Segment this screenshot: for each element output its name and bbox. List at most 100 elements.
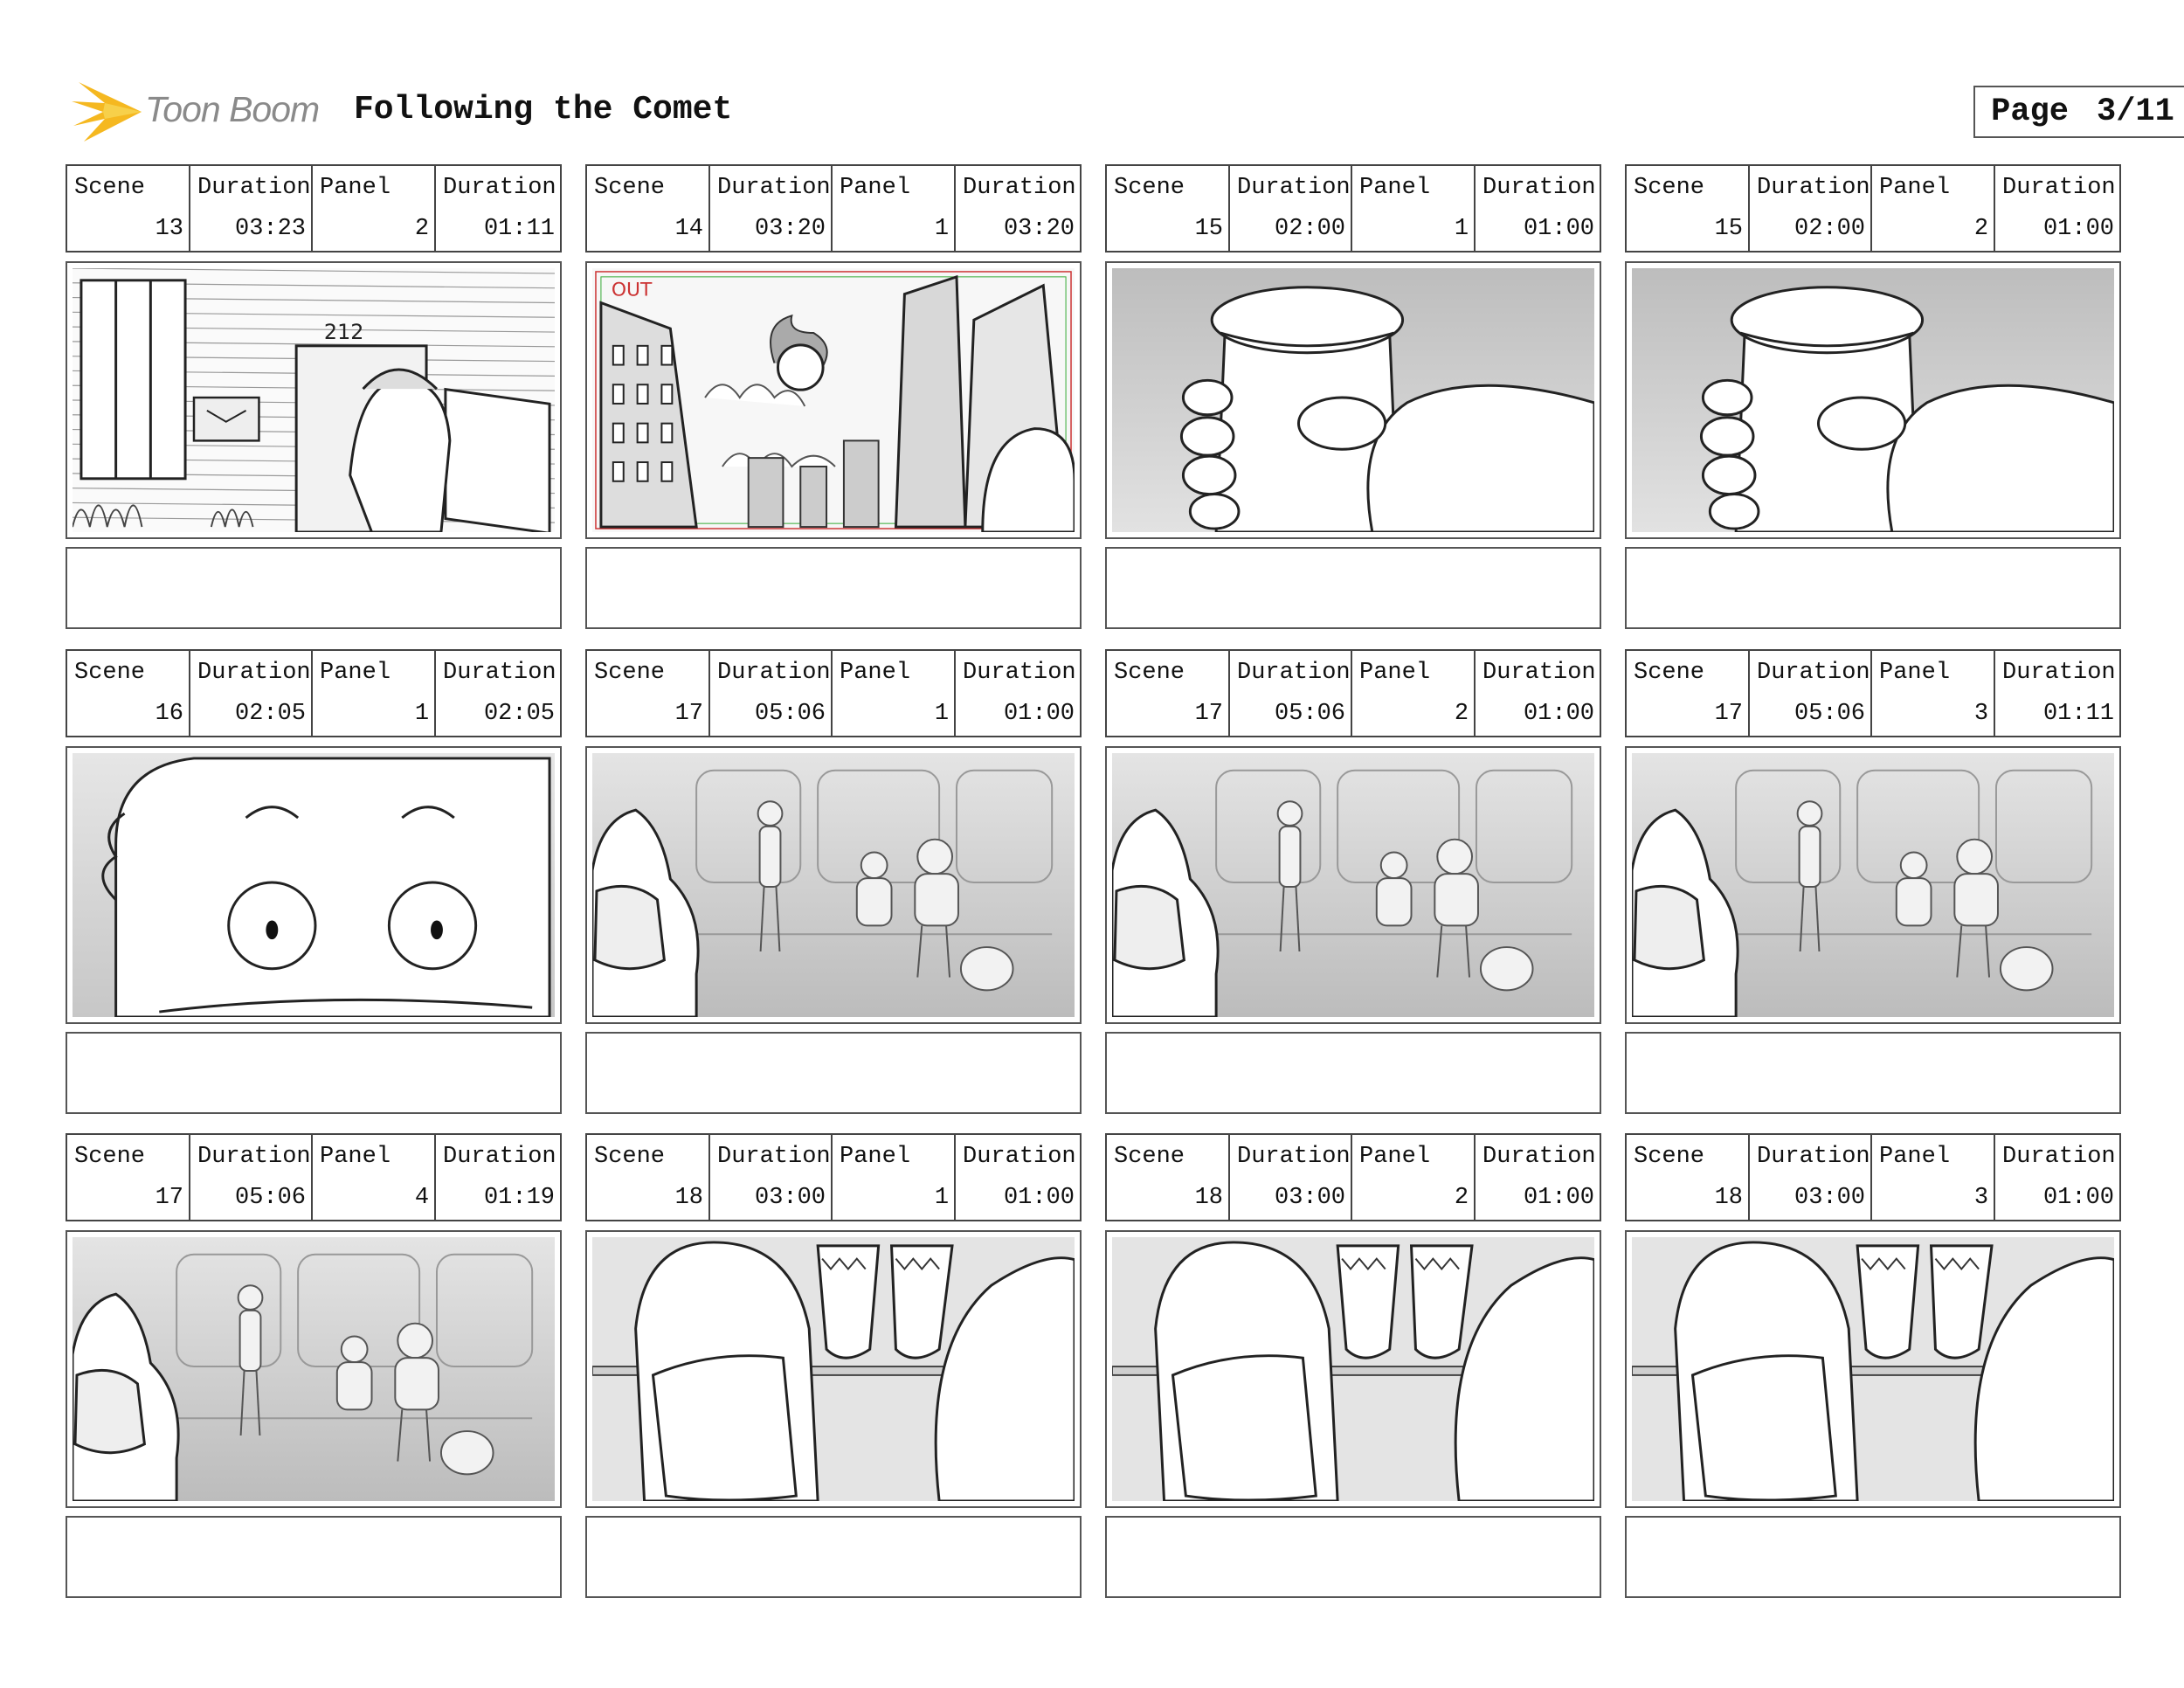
panel-image-frame — [66, 746, 562, 1024]
svg-text:212: 212 — [324, 320, 363, 344]
storyboard-panel: Scene 18 Duration 03:00 Panel 2 Duration 01:00 — [1105, 1133, 1601, 1598]
scene-duration: 05:06 — [1794, 701, 1866, 727]
panel-image-frame — [1625, 1230, 2121, 1508]
scene-label: Scene — [594, 1144, 666, 1170]
panel-notes-box[interactable] — [585, 1032, 1082, 1114]
panel-number: 1 — [934, 216, 950, 242]
panel-duration-column: Duration 01:11 — [436, 166, 560, 251]
panel-number: 1 — [934, 1185, 950, 1211]
panel-image-frame — [1105, 746, 1601, 1024]
building-door-sketch: 212 — [73, 268, 555, 532]
city-comet-sketch: OUT — [592, 268, 1075, 532]
panel-notes-box[interactable] — [1105, 547, 1601, 629]
panel-image-frame — [1105, 261, 1601, 539]
panel-duration: 02:05 — [483, 701, 555, 727]
panel-label: Panel — [1359, 660, 1431, 686]
scene-label: Scene — [74, 175, 146, 201]
scene-duration: 03:00 — [1275, 1185, 1346, 1211]
train-interior-sketch — [1632, 753, 2114, 1017]
storyboard-panel: Scene 17 Duration 05:06 Panel 3 Duration 01:11 — [1625, 649, 2121, 1114]
panel-notes-box[interactable] — [66, 1516, 562, 1598]
scene-duration: 03:00 — [1794, 1185, 1866, 1211]
scene-column: Scene 16 — [67, 651, 190, 736]
panel-column: Panel 2 — [1352, 1135, 1476, 1220]
hand-cup-sketch — [1632, 268, 2114, 532]
storyboard-panel: Scene 18 Duration 03:00 Panel 3 Duration 01:00 — [1625, 1133, 2121, 1598]
panel-column: Panel 1 — [1352, 166, 1476, 251]
panel-info-table: Scene 13 Duration 03:23 Panel 2 Duration 01:11 — [66, 164, 562, 253]
panel-duration: 01:00 — [1003, 701, 1075, 727]
scene-label: Scene — [1114, 1144, 1185, 1170]
train-interior-sketch — [73, 1237, 555, 1501]
panel-notes-box[interactable] — [585, 1516, 1082, 1598]
panel-duration-column: Duration 02:05 — [436, 651, 560, 736]
panel-label: Panel — [320, 660, 391, 686]
panel-duration-label: Duration — [2002, 1144, 2116, 1170]
scene-column: Scene 15 — [1107, 166, 1230, 251]
scene-number: 13 — [155, 216, 183, 242]
panel-duration-label: Duration — [963, 660, 1076, 686]
scene-duration-column: Duration 03:00 — [710, 1135, 833, 1220]
panel-duration-label: Duration — [1482, 1144, 1596, 1170]
panel-column: Panel 2 — [313, 166, 437, 251]
scene-column: Scene 14 — [587, 166, 710, 251]
scene-column: Scene 13 — [67, 166, 190, 251]
scene-number: 18 — [1194, 1185, 1223, 1211]
scene-duration-label: Duration — [1237, 1144, 1351, 1170]
scene-duration-column: Duration 03:23 — [190, 166, 314, 251]
panel-number: 2 — [414, 216, 430, 242]
legs-bench-sketch — [1112, 1237, 1594, 1501]
panel-number: 3 — [1973, 1185, 1989, 1211]
scene-duration-column: Duration 03:00 — [1750, 1135, 1873, 1220]
scene-duration-column: Duration 03:00 — [1230, 1135, 1353, 1220]
panel-label: Panel — [840, 175, 911, 201]
panel-info-table: Scene 18 Duration 03:00 Panel 3 Duration 01:00 — [1625, 1133, 2121, 1221]
storyboard-panel: Scene 17 Duration 05:06 Panel 1 Duration 01:00 — [585, 649, 1082, 1114]
hand-cup-sketch — [1112, 268, 1594, 532]
panel-number: 2 — [1454, 701, 1469, 727]
storyboard-panel: Scene 16 Duration 02:05 Panel 1 Duration 02:05 — [66, 649, 562, 1114]
panel-duration: 01:00 — [2042, 1185, 2114, 1211]
panel-notes-box[interactable] — [1105, 1516, 1601, 1598]
panel-duration-label: Duration — [2002, 660, 2116, 686]
scene-number: 16 — [155, 701, 183, 727]
scene-duration-label: Duration — [197, 1144, 311, 1170]
page-indicator: Page 3/11 — [1973, 86, 2184, 138]
scene-column: Scene 15 — [1627, 166, 1750, 251]
panel-notes-box[interactable] — [1105, 1032, 1601, 1114]
panel-info-table: Scene 18 Duration 03:00 Panel 2 Duration 01:00 — [1105, 1133, 1601, 1221]
scene-duration: 05:06 — [755, 701, 826, 727]
panel-duration-column: Duration 01:11 — [1995, 651, 2119, 736]
panel-column: Panel 1 — [833, 1135, 957, 1220]
panel-info-table: Scene 17 Duration 05:06 Panel 1 Duration 01:00 — [585, 649, 1082, 737]
panel-notes-box[interactable] — [66, 547, 562, 629]
scene-column: Scene 17 — [67, 1135, 190, 1220]
panel-notes-box[interactable] — [1625, 547, 2121, 629]
storyboard-panel: Scene 17 Duration 05:06 Panel 4 Duration 01:19 — [66, 1133, 562, 1598]
storyboard-panel: Scene 18 Duration 03:00 Panel 1 Duration 01:00 — [585, 1133, 1082, 1598]
panel-notes-box[interactable] — [66, 1032, 562, 1114]
panel-number: 1 — [414, 701, 430, 727]
scene-duration: 03:23 — [235, 216, 307, 242]
panel-label: Panel — [1359, 1144, 1431, 1170]
page-label: Page — [1991, 93, 2069, 130]
scene-number: 15 — [1194, 216, 1223, 242]
panel-notes-box[interactable] — [1625, 1516, 2121, 1598]
panel-number: 2 — [1973, 216, 1989, 242]
panel-notes-box[interactable] — [585, 547, 1082, 629]
panel-image-frame: OUT — [585, 261, 1082, 539]
panel-number: 2 — [1454, 1185, 1469, 1211]
comet-logo-icon — [72, 82, 142, 142]
panel-notes-box[interactable] — [1625, 1032, 2121, 1114]
panel-label: Panel — [320, 1144, 391, 1170]
panel-duration-label: Duration — [2002, 175, 2116, 201]
storyboard-panel: Scene 17 Duration 05:06 Panel 2 Duration 01:00 — [1105, 649, 1601, 1114]
scene-duration-column: Duration 05:06 — [710, 651, 833, 736]
storyboard-panel: Scene 13 Duration 03:23 Panel 2 Duration 01:11 … — [66, 164, 562, 629]
scene-column: Scene 18 — [1107, 1135, 1230, 1220]
panel-image-frame — [1105, 1230, 1601, 1508]
scene-duration: 02:00 — [1794, 216, 1866, 242]
scene-duration: 05:06 — [235, 1185, 307, 1211]
scene-label: Scene — [594, 175, 666, 201]
panel-duration-column: Duration 01:00 — [956, 1135, 1080, 1220]
